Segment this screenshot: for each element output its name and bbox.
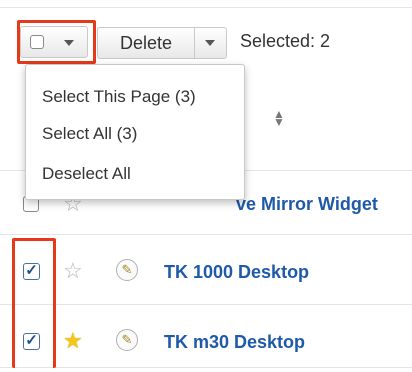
row-name-link[interactable]: TK m30 Desktop [164,332,305,353]
row-divider [0,367,412,368]
menu-item-select-this-page[interactable]: Select This Page (3) [42,87,196,107]
selected-count: Selected: 2 [240,31,331,51]
star-filled-icon[interactable]: ★ [63,330,83,352]
highlight-box-mass-select [17,20,96,64]
row-divider [0,304,412,305]
pencil-icon[interactable]: ✎ [116,329,138,351]
top-divider [0,7,412,8]
row-divider [0,234,412,235]
menu-item-deselect-all[interactable]: Deselect All [42,164,131,184]
row-name-link[interactable]: TK 1000 Desktop [164,262,309,283]
delete-button[interactable]: Delete [97,27,195,59]
row-name-link[interactable]: ve Mirror Widget [236,194,378,215]
menu-item-select-all[interactable]: Select All (3) [42,124,137,144]
star-icon[interactable]: ☆ [63,260,83,282]
pencil-icon[interactable]: ✎ [116,259,138,281]
sort-icon[interactable]: ▲ ▼ [273,108,285,128]
chevron-down-icon[interactable] [205,40,215,46]
highlight-box-checkboxes [12,238,56,368]
